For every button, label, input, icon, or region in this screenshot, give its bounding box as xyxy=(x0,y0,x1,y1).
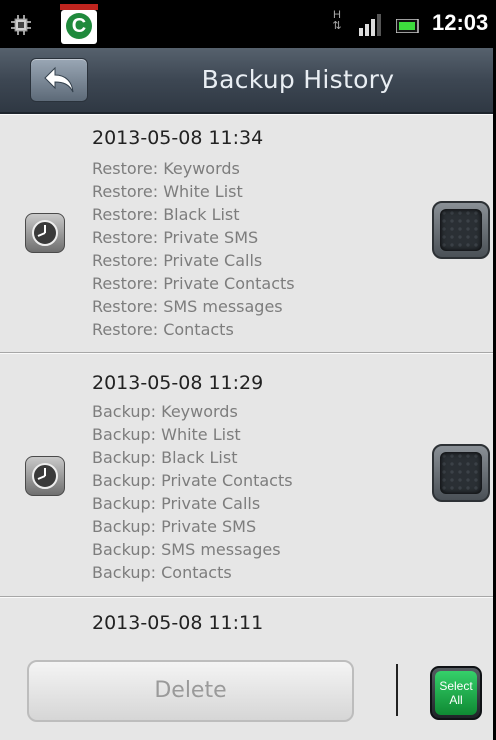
back-arrow-icon xyxy=(44,66,74,93)
list-item[interactable]: 2013-05-08 11:34 Restore: Keywords Resto… xyxy=(0,114,496,353)
record-item: Backup: Private Calls xyxy=(92,494,261,513)
record-datetime: 2013-05-08 11:11 xyxy=(92,612,264,634)
record-item: Backup: Private SMS xyxy=(92,517,257,536)
back-button[interactable] xyxy=(30,58,88,102)
record-item: Restore: Private Calls xyxy=(92,251,263,270)
divider xyxy=(396,664,398,716)
record-item: Backup: Black List xyxy=(92,448,238,467)
record-item: Backup: SMS messages xyxy=(92,540,281,559)
screen: C H ⇅ 12:03 Backup History 2013-05-08 11:… xyxy=(0,0,496,740)
record-item: Restore: Black List xyxy=(92,205,240,224)
title-bar: Backup History xyxy=(0,48,496,114)
record-item: Backup: White List xyxy=(92,425,241,444)
record-checkbox[interactable] xyxy=(432,201,490,259)
record-item: Restore: Private SMS xyxy=(92,228,259,247)
record-item: Restore: Private Contacts xyxy=(92,274,295,293)
history-clock-icon xyxy=(25,456,65,496)
record-item: Restore: White List xyxy=(92,182,243,201)
record-item: Backup: Keywords xyxy=(92,402,238,421)
clock-time: 12:03 xyxy=(432,10,489,35)
record-datetime: 2013-05-08 11:29 xyxy=(92,372,264,394)
record-item: Restore: Contacts xyxy=(92,320,234,339)
record-items: Restore: Keywords Restore: White List Re… xyxy=(92,157,295,341)
delete-button[interactable]: Delete xyxy=(27,660,354,722)
record-item: Restore: Keywords xyxy=(92,159,240,178)
network-h-icon: H ⇅ xyxy=(332,9,342,32)
select-all-label: Select All xyxy=(435,671,477,715)
record-checkbox[interactable] xyxy=(432,444,490,502)
record-items: Backup: Keywords Backup: White List Back… xyxy=(92,400,293,584)
select-all-button[interactable]: Select All xyxy=(430,666,482,720)
chip-icon xyxy=(11,15,31,35)
app-notification-icon: C xyxy=(60,4,98,44)
record-datetime: 2013-05-08 11:34 xyxy=(92,127,264,149)
status-bar: C H ⇅ 12:03 xyxy=(0,0,496,48)
record-item: Backup: Private Contacts xyxy=(92,471,293,490)
battery-icon xyxy=(396,19,419,33)
record-item: Backup: Contacts xyxy=(92,563,232,582)
backup-history-list[interactable]: 2013-05-08 11:34 Restore: Keywords Resto… xyxy=(0,114,496,644)
list-item[interactable]: 2013-05-08 11:29 Backup: Keywords Backup… xyxy=(0,353,496,597)
history-clock-icon xyxy=(25,213,65,253)
record-item: Restore: SMS messages xyxy=(92,297,283,316)
action-bar: Delete Select All xyxy=(0,644,496,740)
signal-icon xyxy=(359,14,381,36)
